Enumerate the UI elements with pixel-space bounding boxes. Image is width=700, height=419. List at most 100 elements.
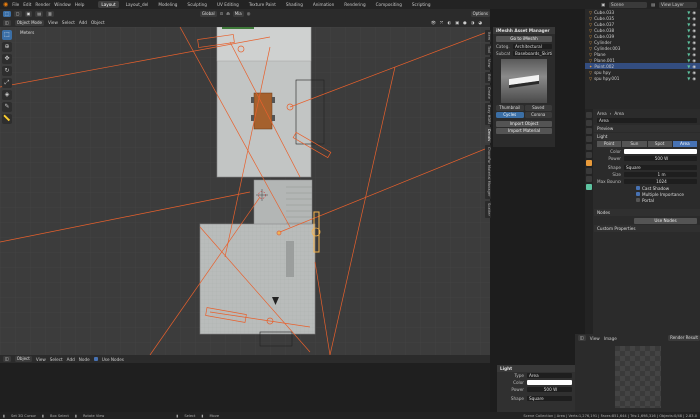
shading-material-icon[interactable]: ◑ <box>471 20 475 25</box>
outliner-row[interactable]: ▽ Cylinder ▼ ◉ <box>585 39 700 45</box>
sidebar-tab-decals[interactable]: Decals <box>485 127 491 144</box>
chair[interactable] <box>251 97 254 103</box>
corona-toggle[interactable]: Corona <box>524 112 552 118</box>
tab-layout-del[interactable]: Layout_del <box>123 1 152 8</box>
node-shape-select[interactable]: Square <box>527 395 572 402</box>
overlay-icon[interactable]: ◐ <box>447 20 451 25</box>
image-editor-type-icon[interactable]: ◫ <box>578 335 586 341</box>
mesh-data-icon[interactable]: ▼ <box>687 46 690 51</box>
render-result-select[interactable]: Render Result <box>668 335 700 341</box>
tab-modeling[interactable]: Modeling <box>155 1 180 8</box>
pivot-icon[interactable]: ⊙ <box>220 11 224 16</box>
mesh-data-icon[interactable]: ▼ <box>687 22 690 27</box>
plant[interactable] <box>222 27 254 29</box>
select-box-icon[interactable]: ⬚ <box>2 30 12 40</box>
xray-icon[interactable]: ▣ <box>455 20 459 25</box>
menu-view[interactable]: View <box>48 20 58 25</box>
snap-icon[interactable]: ⋒ <box>226 11 230 16</box>
import-object-button[interactable]: Import Object <box>496 120 552 127</box>
3d-viewport[interactable]: Meters <box>0 27 490 355</box>
visibility-eye-icon[interactable]: ◉ <box>692 46 696 51</box>
mesh-data-icon[interactable]: ▼ <box>687 16 690 21</box>
menu-file[interactable]: File <box>12 2 19 7</box>
tab-compositing[interactable]: Compositing <box>373 1 405 8</box>
visibility-eye-icon[interactable]: ◉ <box>692 52 696 57</box>
cycles-toggle[interactable]: Cycles <box>496 112 524 118</box>
scale-icon[interactable]: ⤢ <box>2 78 12 88</box>
cursor-icon[interactable]: ⊕ <box>2 42 12 52</box>
outliner-row[interactable]: ▽ spu hpy ▼ ◉ <box>585 69 700 75</box>
snap-target-select[interactable]: Mia <box>232 10 244 17</box>
measure-icon[interactable]: 📏 <box>2 114 12 124</box>
visibility-eye-icon[interactable]: ◉ <box>692 58 696 63</box>
light-type-area[interactable]: Area <box>672 141 697 147</box>
visibility-eye-icon[interactable]: ◉ <box>692 40 696 45</box>
view-layer-selector[interactable]: View Layer <box>659 1 697 8</box>
transform-icon[interactable]: ◈ <box>2 90 12 100</box>
visibility-eye-icon[interactable]: ◉ <box>692 64 696 69</box>
saved-toggle[interactable]: Saved <box>524 105 552 111</box>
constraints-props-icon[interactable] <box>586 176 592 182</box>
size-field[interactable]: 1 m <box>624 171 697 178</box>
node-type-select[interactable]: Area <box>527 372 572 379</box>
use-nodes-button[interactable]: Use Nodes <box>634 217 697 224</box>
mode-select[interactable]: Object Mode <box>14 19 44 26</box>
select-mode-invert-icon[interactable]: ▥ <box>46 10 54 17</box>
mesh-data-icon[interactable]: ▼ <box>687 10 690 15</box>
tab-uv-editing[interactable]: UV Editing <box>214 1 242 8</box>
select-mode-new-icon[interactable]: ▢ <box>13 10 22 17</box>
node-color-swatch[interactable] <box>527 379 572 386</box>
select-mode-extend-icon[interactable]: ▣ <box>24 10 33 17</box>
physics-props-icon[interactable] <box>586 168 592 174</box>
image-menu-image[interactable]: Image <box>604 336 617 341</box>
light-section-header[interactable]: Light <box>594 133 700 140</box>
editor-type-icon[interactable]: ◫ <box>3 19 11 26</box>
node-editor-type-icon[interactable]: ◫ <box>3 356 11 362</box>
image-menu-view[interactable]: View <box>590 336 600 341</box>
gizmo-icon[interactable]: ⤧ <box>440 20 443 25</box>
menu-edit[interactable]: Edit <box>23 2 31 7</box>
asset-thumbnail[interactable] <box>501 59 547 103</box>
sidebar-tab-item[interactable]: Item <box>485 30 491 43</box>
tab-rendering[interactable]: Rendering <box>341 1 368 8</box>
preview-section-header[interactable]: Preview <box>594 125 700 132</box>
visibility-eye-icon[interactable]: ◉ <box>692 34 696 39</box>
visibility-eye-icon[interactable]: ◉ <box>692 16 696 21</box>
use-nodes-check-icon[interactable] <box>93 357 98 361</box>
shader-editor[interactable]: ◫ Object View Select Add Node Use Nodes <box>0 355 490 412</box>
mesh-data-icon[interactable]: ▼ <box>687 76 690 81</box>
scene-props-icon[interactable] <box>586 144 592 150</box>
tab-animation[interactable]: Animation <box>310 1 337 8</box>
output-props-icon[interactable] <box>586 128 592 134</box>
tab-layout[interactable]: Layout <box>98 1 119 8</box>
select-box-tool-icon[interactable]: ⬚ <box>3 10 11 17</box>
object-props-icon[interactable] <box>586 160 592 166</box>
light-datablock-field[interactable]: Area <box>597 117 697 124</box>
mesh-data-icon[interactable]: ▼ <box>687 58 690 63</box>
tab-texture-paint[interactable]: Texture Paint <box>246 1 279 8</box>
import-material-button[interactable]: Import Material <box>496 128 552 134</box>
menu-object[interactable]: Object <box>91 20 105 25</box>
mesh-data-icon[interactable]: ▼ <box>687 40 690 45</box>
mesh-data-icon[interactable]: ▼ <box>687 28 690 33</box>
tab-shading[interactable]: Shading <box>283 1 306 8</box>
asset-manager-title[interactable]: iMeshh Asset Manager <box>493 27 555 34</box>
node-menu-view[interactable]: View <box>36 357 46 362</box>
rotate-icon[interactable]: ↻ <box>2 66 12 76</box>
move-icon[interactable]: ✥ <box>2 54 12 64</box>
shader-type-select[interactable]: Object <box>14 356 32 362</box>
portal-checkbox[interactable]: Portal <box>594 197 700 203</box>
menu-render[interactable]: Render <box>35 2 50 7</box>
menu-add[interactable]: Add <box>79 20 87 25</box>
outliner-row[interactable]: ▽ Plane.001 ▼ ◉ <box>585 57 700 63</box>
light-type-sun[interactable]: Sun <box>622 141 647 147</box>
transform-orientation-select[interactable]: Global <box>199 10 217 17</box>
chair[interactable] <box>251 115 254 121</box>
mesh-data-icon[interactable]: ▼ <box>687 70 690 75</box>
mesh-data-icon[interactable]: ▼ <box>687 52 690 57</box>
options-dropdown[interactable]: Options <box>470 10 490 17</box>
sidebar-tab-view[interactable]: View <box>485 57 491 70</box>
category-select[interactable]: Architectural <box>513 43 552 50</box>
chair[interactable] <box>272 97 275 103</box>
tab-scripting[interactable]: Scripting <box>409 1 434 8</box>
